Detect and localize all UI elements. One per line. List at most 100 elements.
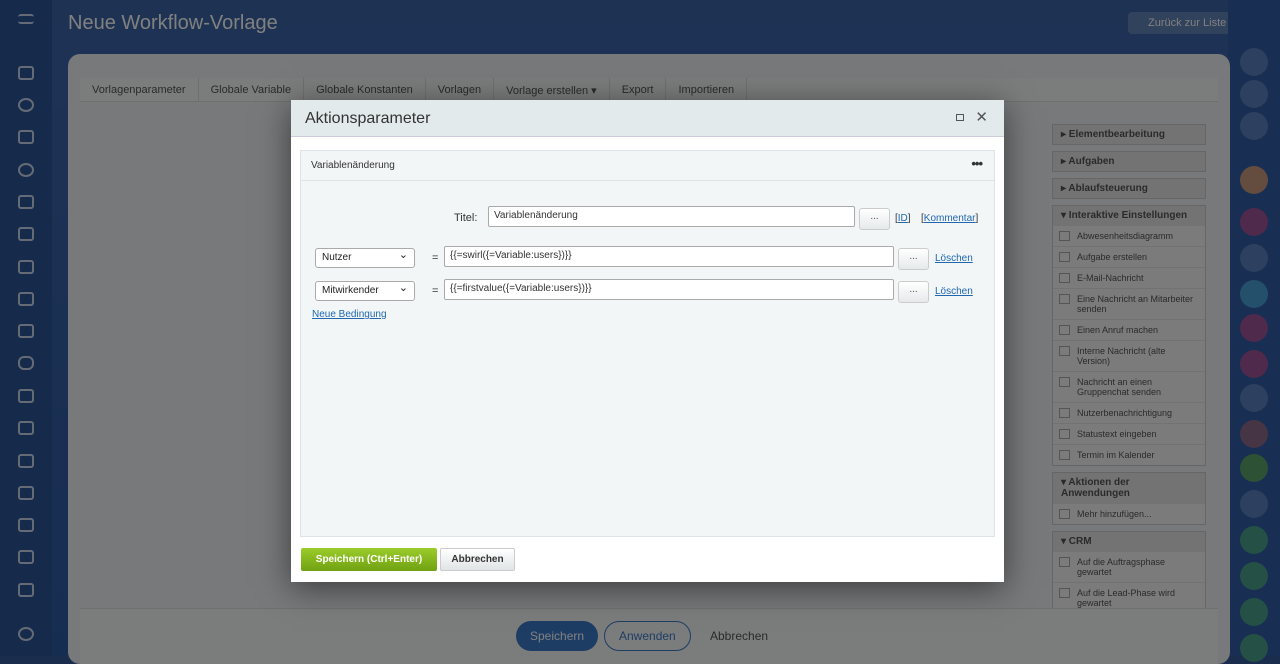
delete-link[interactable]: Löschen [935,253,973,264]
dialog-title: Aktionsparameter [305,110,431,127]
tab-export[interactable]: Export [610,78,667,101]
actions-panel: ▸ Elementbearbeitung ▸ Aufgaben ▸ Ablaufst… [1052,124,1206,620]
settings-section: Variablenänderung ••• Titel: Variablenänd… [300,150,995,537]
equals-sign: = [432,252,439,264]
action-item[interactable]: Mehr hinzufügen... [1053,503,1205,524]
page-title: Neue Workflow-Vorlage [68,12,278,34]
calendar-icon[interactable] [18,195,34,209]
back-to-list-button[interactable]: Zurück zur Liste [1128,12,1230,34]
value-options-button[interactable]: ... [898,281,929,303]
action-group-header[interactable]: ▾ CRM [1053,532,1205,551]
equals-sign: = [432,285,439,297]
action-group-header[interactable]: ▸ Elementbearbeitung [1053,125,1205,144]
messages-icon[interactable] [1240,112,1268,140]
channel-icon[interactable] [1240,208,1268,236]
close-icon[interactable]: ✕ [975,108,988,126]
action-item[interactable]: E-Mail-Nachricht [1053,267,1205,288]
tasks-icon[interactable] [18,292,34,306]
right-sidebar [1228,0,1280,662]
more-icon[interactable]: ••• [971,156,983,171]
action-item[interactable]: Auf die Auftragsphase gewartet [1053,551,1205,582]
board-icon[interactable] [18,260,34,274]
action-group-header[interactable]: ▸ Ablaufsteuerung [1053,179,1205,198]
store-icon[interactable] [18,421,34,435]
action-group-header[interactable]: ▸ Aufgaben [1053,152,1205,171]
contact-avatar[interactable] [1240,166,1268,194]
action-item[interactable]: Abwesenheitsdiagramm [1053,225,1205,246]
chat-icon[interactable] [18,356,34,370]
contact-card-icon[interactable] [1240,490,1268,518]
phone-icon[interactable] [1240,384,1268,412]
id-link[interactable]: ID [898,213,908,224]
channel-icon[interactable] [1240,314,1268,342]
action-item[interactable]: Nutzerbenachrichtigung [1053,402,1205,423]
contact-avatar[interactable] [1240,420,1268,448]
title-input[interactable]: Variablenänderung [488,206,855,227]
tab-global-variables[interactable]: Globale Variable [199,78,305,101]
chat-icon[interactable] [1240,598,1268,626]
action-group-header[interactable]: ▾ Interaktive Einstellungen [1053,206,1205,225]
menu-icon[interactable] [18,14,34,24]
action-item[interactable]: Einen Anruf machen [1053,319,1205,340]
chat-bubble-icon[interactable] [1240,280,1268,308]
save-dialog-button[interactable]: Speichern (Ctrl+Enter) [301,548,437,571]
contact-avatar[interactable] [1240,454,1268,482]
tab-bar: Vorlagenparameter Globale Variable Globa… [80,78,1218,102]
contact-card-icon[interactable] [1240,244,1268,272]
section-title: Variablenänderung [311,160,395,171]
action-group: ▸ Aufgaben [1052,151,1206,172]
sign-icon[interactable] [18,389,34,403]
action-item[interactable]: Termin im Kalender [1053,444,1205,465]
home-icon[interactable] [18,66,34,80]
comment-link[interactable]: Kommentar [924,213,976,224]
cancel-dialog-button[interactable]: Abbrechen [440,548,515,571]
action-group-header[interactable]: ▾ Aktionen der Anwendungen [1053,473,1205,503]
value-input[interactable]: {{=swirl({=Variable:users})}} [444,246,894,267]
document-icon[interactable] [18,454,34,468]
action-group: ▸ Elementbearbeitung [1052,124,1206,145]
action-item[interactable]: Eine Nachricht an Mitarbeiter senden [1053,288,1205,319]
delete-link[interactable]: Löschen [935,286,973,297]
value-input[interactable]: {{=firstvalue({=Variable:users})}} [444,279,894,300]
action-item[interactable]: Interne Nachricht (alte Version) [1053,340,1205,371]
activity-icon[interactable] [18,98,34,112]
action-item[interactable]: Nachricht an einen Gruppenchat senden [1053,371,1205,402]
analytics-icon[interactable] [18,583,34,597]
apply-button[interactable]: Anwenden [604,621,691,651]
dialog-header: Aktionsparameter ✕ [291,100,1004,137]
variable-select[interactable]: Mitwirkender [315,281,415,301]
action-item[interactable]: Statustext eingeben [1053,423,1205,444]
channel-icon[interactable] [1240,350,1268,378]
save-button[interactable]: Speichern [516,621,599,651]
database-icon[interactable] [18,486,34,500]
notifications-icon[interactable] [1240,48,1268,76]
tab-template-params[interactable]: Vorlagenparameter [80,78,199,101]
action-group: ▾ CRM Auf die Auftragsphase gewartet Auf d… [1052,531,1206,614]
contacts-icon[interactable] [18,163,34,177]
chat-icon[interactable] [1240,526,1268,554]
title-options-button[interactable]: ... [859,208,890,230]
tab-global-constants[interactable]: Globale Konstanten [304,78,426,101]
feed-icon[interactable] [18,130,34,144]
title-label: Titel: [454,212,478,224]
filter-icon[interactable] [18,550,34,564]
cancel-button[interactable]: Abbrechen [696,621,782,651]
left-sidebar [0,0,52,656]
action-group: ▾ Aktionen der Anwendungen Mehr hinzufüge… [1052,472,1206,525]
maximize-icon[interactable] [956,114,964,121]
id-card-icon[interactable] [18,518,34,532]
settings-icon[interactable] [18,627,34,641]
tab-import[interactable]: Importieren [666,78,748,101]
action-item[interactable]: Aufgabe erstellen [1053,246,1205,267]
chat-icon[interactable] [1240,634,1268,662]
action-group: ▾ Interaktive Einstellungen Abwesenheitsd… [1052,205,1206,466]
tab-templates[interactable]: Vorlagen [426,78,495,101]
new-condition-link[interactable]: Neue Bedingung [312,309,387,320]
drive-icon[interactable] [18,227,34,241]
chat-icon[interactable] [1240,562,1268,590]
value-options-button[interactable]: ... [898,248,929,270]
tab-create-template[interactable]: Vorlage erstellen ▾ [494,78,610,101]
variable-select[interactable]: Nutzer [315,248,415,268]
search-icon[interactable] [1240,80,1268,108]
mail-icon[interactable] [18,324,34,338]
